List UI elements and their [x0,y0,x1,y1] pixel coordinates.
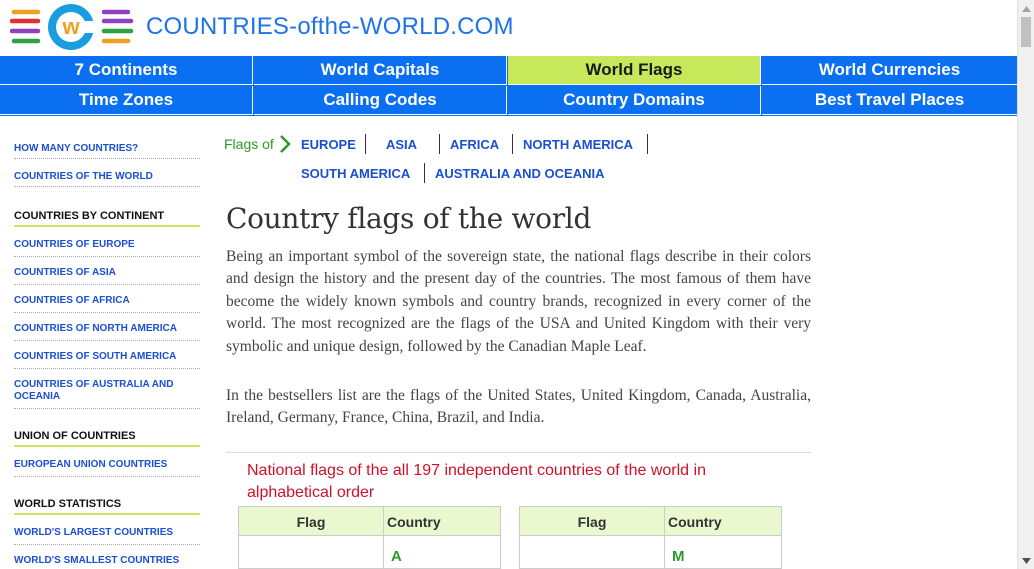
flags-table-title: National flags of the all 197 independen… [247,462,706,501]
continent-link-africa[interactable]: AFRICA [450,137,499,152]
continent-divider [424,163,425,183]
sidebar-link-europe[interactable]: COUNTRIES OF EUROPE [14,239,200,251]
continent-link-australia-oceania[interactable]: AUSTRALIA AND OCEANIA [435,166,604,181]
table-letter-heading: A [391,548,402,565]
flags-table-left: Flag Country A [238,506,501,569]
table-column-divider [664,507,665,568]
sidebar-heading-underline [14,445,200,447]
nav-best-travel-places[interactable]: Best Travel Places [762,86,1017,115]
continent-divider [439,134,440,154]
sidebar-divider [14,476,200,477]
sidebar-link-largest-countries[interactable]: WORLD'S LARGEST COUNTRIES [14,527,200,539]
nav-calling-codes[interactable]: Calling Codes [254,86,507,115]
section-divider [226,452,811,453]
continent-link-europe[interactable]: EUROPE [301,137,356,152]
logo-letter: w [61,14,80,39]
scrollbar-thumb[interactable] [1021,17,1031,47]
continent-link-south-america[interactable]: SOUTH AMERICA [301,166,410,181]
scroll-up-arrow-icon[interactable] [1018,0,1034,17]
nav-world-flags[interactable]: World Flags [508,56,761,85]
table-header: Flag Country [239,507,500,536]
sidebar-link-australia-oceania[interactable]: COUNTRIES OF AUSTRALIA AND OCEANIA [14,379,184,403]
sidebar-heading-world-statistics: WORLD STATISTICS [14,498,122,510]
continent-link-asia[interactable]: ASIA [386,137,417,152]
table-letter-heading: M [672,548,685,565]
table-header-flag: Flag [577,514,607,530]
sidebar-heading-underline [14,513,200,515]
sidebar-divider [14,340,200,341]
page-title: Country flags of the world [226,202,592,235]
sidebar-divider [14,186,200,187]
site-logo[interactable]: w [10,3,134,53]
nav-world-currencies[interactable]: World Currencies [762,56,1017,85]
sidebar-divider [14,312,200,313]
continent-divider [365,134,366,154]
sidebar-link-countries-of-the-world[interactable]: COUNTRIES OF THE WORLD [14,171,200,183]
nav-world-capitals[interactable]: World Capitals [254,56,507,85]
table-header-country: Country [387,514,441,530]
nav-7-continents[interactable]: 7 Continents [0,56,253,85]
vertical-scrollbar[interactable] [1017,0,1034,569]
sidebar-link-north-america[interactable]: COUNTRIES OF NORTH AMERICA [14,323,200,335]
scroll-down-arrow-icon[interactable] [1018,552,1034,569]
site-header: w COUNTRIES-ofthe-WORLD.COM [0,0,1017,56]
sidebar-heading-underline [14,225,200,227]
sidebar-heading-by-continent: COUNTRIES BY CONTINENT [14,210,165,222]
sidebar-link-south-america[interactable]: COUNTRIES OF SOUTH AMERICA [14,351,200,363]
intro-paragraph: Being an important symbol of the soverei… [226,248,811,355]
page: w COUNTRIES-ofthe-WORLD.COM 7 Continents… [0,0,1017,569]
flags-table-right: Flag Country M [519,506,782,569]
sidebar-divider [14,368,200,369]
sidebar-divider [14,256,200,257]
sidebar-heading-union: UNION OF COUNTRIES [14,430,136,442]
flags-of-label: Flags of [224,136,274,152]
table-header-country: Country [668,514,722,530]
sidebar-divider [14,408,200,409]
continent-divider [512,134,513,154]
nav-time-zones[interactable]: Time Zones [0,86,253,115]
continent-link-north-america[interactable]: NORTH AMERICA [523,137,633,152]
continent-divider [647,134,648,154]
nav-country-domains[interactable]: Country Domains [508,86,761,115]
sidebar-link-asia[interactable]: COUNTRIES OF ASIA [14,267,200,279]
sidebar-link-smallest-countries[interactable]: WORLD'S SMALLEST COUNTRIES [14,555,200,567]
sidebar-link-how-many-countries[interactable]: HOW MANY COUNTRIES? [14,143,200,155]
table-column-divider [383,507,384,568]
sidebar-divider [14,158,200,159]
table-header-flag: Flag [296,514,326,530]
chevron-right-icon [280,135,291,153]
main-nav: 7 Continents World Capitals World Flags … [0,56,1017,116]
sidebar-link-africa[interactable]: COUNTRIES OF AFRICA [14,295,200,307]
sidebar-link-european-union[interactable]: EUROPEAN UNION COUNTRIES [14,459,200,471]
bestsellers-paragraph: In the bestsellers list are the flags of… [226,387,811,427]
site-title[interactable]: COUNTRIES-ofthe-WORLD.COM [146,13,514,41]
sidebar-divider [14,284,200,285]
sidebar-divider [14,544,200,545]
table-header: Flag Country [520,507,781,536]
